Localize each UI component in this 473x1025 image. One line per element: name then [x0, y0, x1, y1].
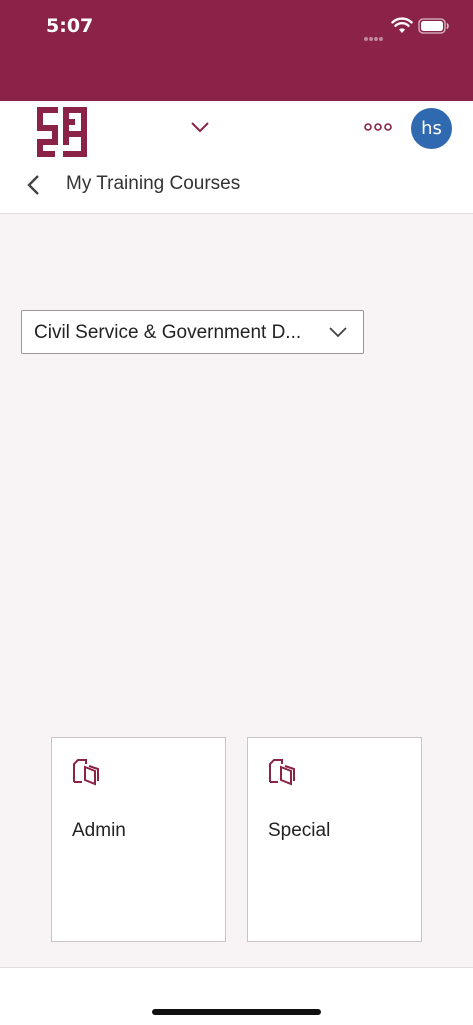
document-copy-icon [269, 759, 295, 786]
course-card-special[interactable]: Special [247, 737, 422, 942]
chevron-down-icon[interactable] [189, 119, 211, 135]
bottom-bar [0, 967, 473, 1025]
back-arrow-icon[interactable] [25, 173, 43, 197]
chevron-down-icon [329, 327, 347, 338]
document-copy-icon [73, 759, 99, 786]
category-dropdown[interactable]: Civil Service & Government D... [21, 310, 364, 354]
avatar[interactable]: hs [411, 108, 452, 149]
page-title: My Training Courses [66, 173, 241, 194]
card-label: Admin [72, 820, 126, 841]
wifi-icon [391, 17, 413, 33]
status-time: 5:07 [46, 15, 94, 37]
course-card-admin[interactable]: Admin [51, 737, 226, 942]
card-label: Special [268, 820, 331, 841]
status-bar: 5:07 [0, 0, 473, 101]
home-indicator[interactable] [152, 1009, 321, 1015]
cellular-signal-icon [364, 28, 386, 41]
logo-icon[interactable] [35, 105, 89, 159]
battery-icon [418, 18, 449, 34]
dropdown-selected-value: Civil Service & Government D... [34, 322, 302, 343]
more-options-icon[interactable] [364, 122, 392, 132]
